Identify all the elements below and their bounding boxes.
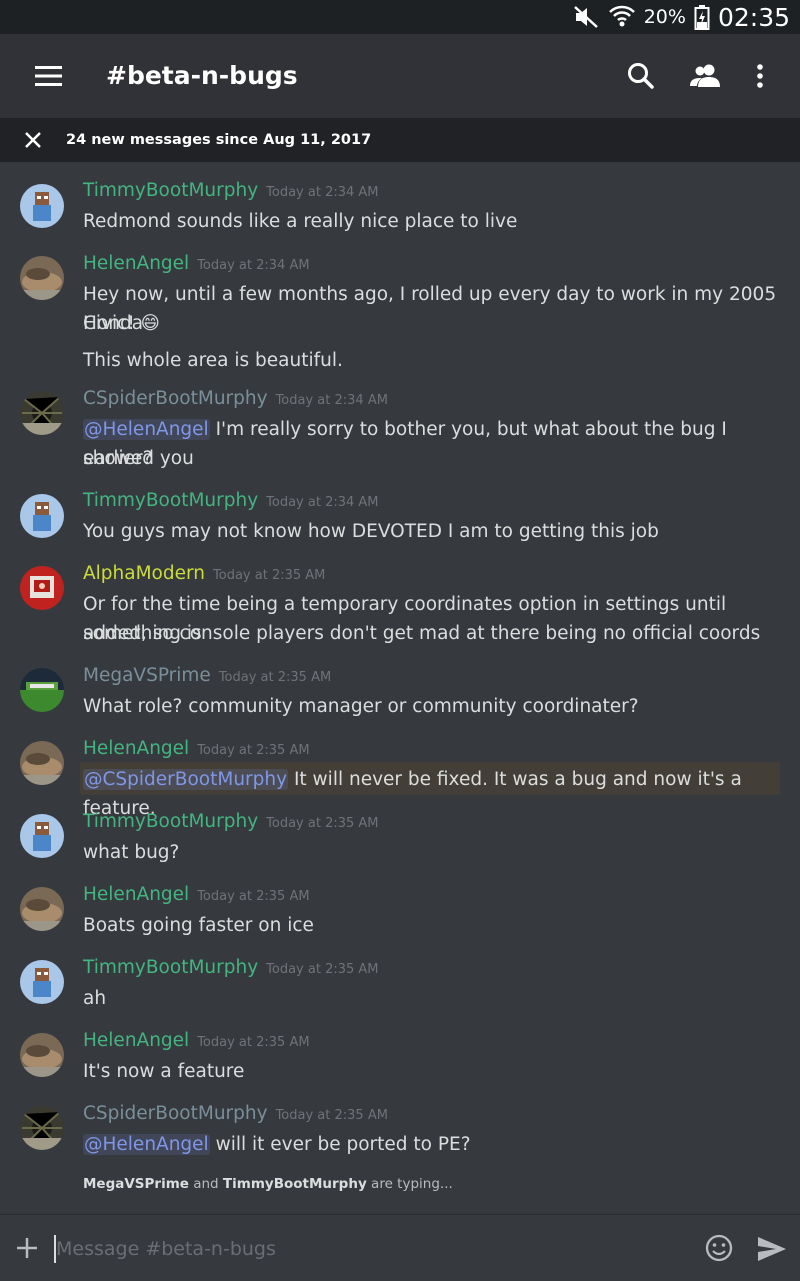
avatar-helenangel[interactable]	[20, 887, 64, 931]
message-text: Boats going faster on ice	[83, 915, 314, 936]
channel-title: #beta-n-bugs	[106, 61, 298, 90]
message-author[interactable]: CSpiderBootMurphy Today at 2:34 AM	[83, 388, 388, 409]
avatar-cspiderbootmurphy[interactable]	[20, 391, 64, 435]
message-text: earlier?	[83, 448, 153, 469]
more-options-icon[interactable]	[743, 59, 777, 93]
message-author[interactable]: MegaVSPrime Today at 2:35 AM	[83, 665, 331, 686]
send-icon[interactable]	[756, 1234, 788, 1264]
message-text: What role? community manager or communit…	[83, 696, 639, 717]
add-attachment-icon[interactable]	[14, 1235, 40, 1261]
user-mention[interactable]: @HelenAngel	[83, 1134, 210, 1155]
message-text: It's now a feature	[83, 1061, 245, 1082]
avatar-timmybootmurphy[interactable]	[20, 184, 64, 228]
close-icon[interactable]	[22, 129, 44, 151]
avatar-helenangel[interactable]	[20, 256, 64, 300]
members-icon[interactable]	[688, 59, 722, 93]
mute-icon	[573, 6, 598, 28]
message-author[interactable]: TimmyBootMurphy Today at 2:34 AM	[83, 490, 379, 511]
message-author[interactable]: TimmyBootMurphy Today at 2:34 AM	[83, 180, 379, 201]
avatar-helenangel[interactable]	[20, 1033, 64, 1077]
message-timestamp: Today at 2:35 AM	[266, 962, 379, 977]
message-list[interactable]: TimmyBootMurphy Today at 2:34 AM Redmond …	[0, 162, 800, 1214]
message-composer	[0, 1214, 800, 1281]
message-timestamp: Today at 2:35 AM	[197, 1035, 310, 1050]
message-timestamp: Today at 2:34 AM	[275, 393, 388, 408]
message-author[interactable]: AlphaModern Today at 2:35 AM	[83, 563, 325, 584]
avatar-alphamodern[interactable]	[20, 566, 64, 610]
message-input[interactable]	[56, 1229, 676, 1269]
message-author[interactable]: HelenAngel Today at 2:35 AM	[83, 738, 310, 759]
search-icon[interactable]	[624, 59, 658, 93]
typing-indicator: MegaVSPrime and TimmyBootMurphy are typi…	[83, 1176, 453, 1192]
avatar-helenangel[interactable]	[20, 741, 64, 785]
message-author[interactable]: HelenAngel Today at 2:35 AM	[83, 884, 310, 905]
user-mention[interactable]: @HelenAngel	[83, 419, 210, 440]
message-author[interactable]: HelenAngel Today at 2:34 AM	[83, 253, 310, 274]
new-messages-banner[interactable]: 24 new messages since Aug 11, 2017	[0, 118, 800, 162]
hamburger-menu-icon[interactable]	[34, 64, 64, 88]
clock: 02:35	[717, 2, 790, 32]
status-bar: 20% 02:35	[0, 0, 800, 34]
message-timestamp: Today at 2:35 AM	[197, 889, 310, 904]
avatar-timmybootmurphy[interactable]	[20, 814, 64, 858]
battery-percent: 20%	[643, 6, 686, 28]
message-author[interactable]: HelenAngel Today at 2:35 AM	[83, 1030, 310, 1051]
avatar-megavsprime[interactable]	[20, 668, 64, 712]
app-bar: #beta-n-bugs	[0, 34, 800, 118]
message-text: You guys may not know how DEVOTED I am t…	[83, 521, 659, 542]
message-text: ah	[83, 988, 107, 1009]
message-text: This whole area is beautiful.	[83, 350, 343, 371]
emoji-picker-icon[interactable]	[704, 1233, 734, 1263]
message-text: added, so console players don't get mad …	[83, 623, 761, 644]
battery-charging-icon	[694, 5, 710, 30]
message-author[interactable]: TimmyBootMurphy Today at 2:35 AM	[83, 811, 379, 832]
message-timestamp: Today at 2:35 AM	[266, 816, 379, 831]
avatar-cspiderbootmurphy[interactable]	[20, 1106, 64, 1150]
message-author[interactable]: TimmyBootMurphy Today at 2:35 AM	[83, 957, 379, 978]
message-timestamp: Today at 2:34 AM	[266, 495, 379, 510]
avatar-timmybootmurphy[interactable]	[20, 960, 64, 1004]
message-text: Civic! 😄	[83, 313, 160, 334]
message-timestamp: Today at 2:35 AM	[275, 1108, 388, 1123]
message-text: Redmond sounds like a really nice place …	[83, 211, 518, 232]
message-timestamp: Today at 2:35 AM	[197, 743, 310, 758]
message-timestamp: Today at 2:34 AM	[197, 258, 310, 273]
wifi-icon	[608, 5, 635, 27]
avatar-timmybootmurphy[interactable]	[20, 494, 64, 538]
new-messages-text: 24 new messages since Aug 11, 2017	[66, 132, 372, 148]
message-timestamp: Today at 2:35 AM	[218, 670, 332, 685]
message-timestamp: Today at 2:35 AM	[213, 568, 326, 583]
user-mention[interactable]: @CSpiderBootMurphy	[83, 769, 289, 790]
message-text: @HelenAngel will it ever be ported to PE…	[83, 1134, 471, 1155]
message-timestamp: Today at 2:34 AM	[266, 185, 379, 200]
grinning-emoji-icon: 😄	[140, 313, 160, 334]
message-text: what bug?	[83, 842, 180, 863]
message-author[interactable]: CSpiderBootMurphy Today at 2:35 AM	[83, 1103, 388, 1124]
